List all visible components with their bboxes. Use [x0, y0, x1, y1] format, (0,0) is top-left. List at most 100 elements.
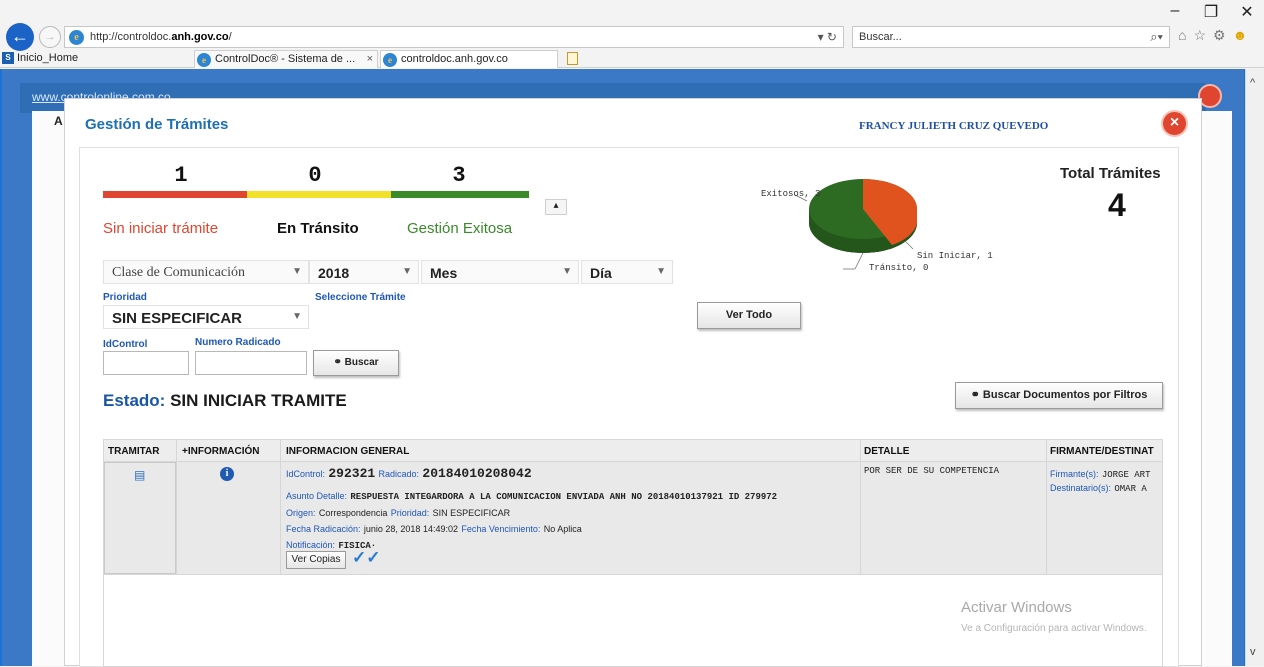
col-tramitar: TRAMITAR — [108, 446, 160, 457]
ie-tab-icon: e — [383, 53, 397, 67]
asunto-line: Asunto Detalle: RESPUESTA INTEGARDORA A … — [286, 491, 778, 502]
prioridad-select[interactable]: SIN ESPECIFICAR ▼ — [103, 305, 309, 329]
close-tab-icon[interactable]: × — [367, 51, 373, 68]
ver-copias-button[interactable]: Ver Copias — [286, 551, 346, 569]
buscar-documentos-filtros-button[interactable]: ⚭ Buscar Documentos por Filtros — [955, 382, 1163, 409]
col-informacion: +INFORMACIÓN — [182, 446, 260, 457]
back-button[interactable]: ← — [6, 23, 34, 51]
pie-label-transito: Tránsito, 0 — [869, 263, 929, 273]
chevron-down-icon: ▼ — [292, 311, 302, 322]
home-icon[interactable]: ⌂ — [1178, 27, 1186, 44]
destinatario-line: Destinatario(s): OMAR A — [1050, 483, 1147, 494]
refresh-icon[interactable]: ▾ ↻ — [818, 30, 837, 44]
bar-en-transito — [247, 191, 391, 198]
pie-label-sin-iniciar: Sin Iniciar, 1 — [917, 251, 993, 261]
tramitar-cell: ▤ — [104, 462, 176, 574]
bar-exitosa — [391, 191, 529, 198]
seleccione-tramite-label: Seleccione Trámite — [315, 292, 406, 303]
search-placeholder: Buscar... — [859, 31, 902, 43]
expand-button[interactable]: ▴ — [545, 199, 567, 215]
search-input[interactable]: Buscar... ⌕▾ — [852, 26, 1170, 48]
col-divider — [280, 440, 281, 575]
scroll-down-icon[interactable]: v — [1250, 646, 1256, 658]
count-en-transito: 0 — [308, 163, 322, 188]
label-exitosa[interactable]: Gestión Exitosa — [407, 220, 512, 237]
pie-leader-transito — [854, 252, 864, 270]
binoculars-icon: ⚭ — [333, 357, 342, 368]
col-informacion-general: INFORMACION GENERAL — [286, 446, 410, 457]
window-controls: – ❐ ✕ — [1166, 2, 1256, 22]
scroll-up-icon[interactable]: ^ — [1250, 77, 1255, 89]
numero-radicado-label: Numero Radicado — [195, 337, 281, 348]
detalle-value: POR SER DE SU COMPETENCIA — [864, 466, 1000, 476]
idcontrol-line: IdControl: 292321 Radicado: 201840102080… — [286, 466, 532, 481]
total-label: Total Trámites — [1060, 165, 1161, 182]
favorites-star-icon[interactable]: ☆ — [1193, 27, 1206, 44]
firmante-line: Firmante(s): JORGE ART — [1050, 469, 1151, 480]
background-letter: A — [54, 114, 63, 128]
new-tab-icon — [567, 52, 578, 65]
double-check-icon: ✓✓ — [352, 548, 381, 567]
fechas-line: Fecha Radicación: junio 28, 2018 14:49:0… — [286, 524, 582, 534]
mes-select[interactable]: Mes ▼ — [421, 260, 579, 284]
feedback-smiley-icon[interactable]: ☻ — [1233, 27, 1248, 44]
status-pie-chart: Exitosos, 3 Sin Iniciar, 1 Tránsito, 0 — [755, 179, 1025, 289]
pie-label-exitosos: Exitosos, 3 — [761, 189, 821, 199]
page-scrollbar[interactable]: ^ v — [1245, 69, 1264, 666]
dia-select[interactable]: Día ▼ — [581, 260, 673, 284]
new-tab-button[interactable] — [563, 50, 583, 68]
count-sin-iniciar: 1 — [174, 163, 188, 188]
favorite-inicio-home[interactable]: S Inicio_Home — [0, 50, 180, 68]
gear-icon[interactable]: ⚙ — [1213, 27, 1226, 44]
label-en-transito[interactable]: En Tránsito — [277, 220, 359, 237]
forward-button[interactable]: → — [39, 26, 61, 48]
table-header-row: TRAMITAR +INFORMACIÓN INFORMACION GENERA… — [104, 440, 1162, 462]
ie-page-icon: e — [69, 30, 84, 45]
col-firmante: FIRMANTE/DESTINAT — [1050, 446, 1154, 457]
ver-todo-button[interactable]: Ver Todo — [697, 302, 801, 329]
modal-title: Gestión de Trámites — [85, 116, 229, 133]
close-modal-button[interactable]: × — [1161, 110, 1188, 137]
year-select[interactable]: 2018 ▼ — [309, 260, 419, 284]
tramitar-form-icon[interactable]: ▤ — [134, 468, 145, 482]
chevron-down-icon: ▼ — [402, 266, 412, 277]
table-row: ▤ i IdControl: 292321 Radicado: 20184010… — [104, 462, 1162, 575]
asunto-value: RESPUESTA INTEGARDORA A LA COMUNICACION … — [350, 492, 778, 502]
tab-row: S Inicio_Home e ControlDoc® - Sistema de… — [0, 50, 1264, 68]
ie-tab-icon: e — [197, 53, 211, 67]
count-exitosa: 3 — [452, 163, 466, 188]
col-divider — [860, 440, 861, 575]
favorite-site-icon: S — [2, 52, 14, 64]
tab-controldoc-anh[interactable]: e controldoc.anh.gov.co — [380, 50, 558, 68]
estado-value: SIN INICIAR TRAMITE — [170, 391, 347, 410]
binoculars-icon: ⚭ — [970, 389, 980, 401]
label-sin-iniciar[interactable]: Sin iniciar trámite — [103, 220, 218, 237]
numero-radicado-input[interactable] — [195, 351, 307, 375]
toolbar-icons: ⌂ ☆ ⚙ ☻ — [1178, 27, 1247, 44]
idcontrol-input[interactable] — [103, 351, 189, 375]
col-divider — [1046, 440, 1047, 575]
pie-leader-sin-iniciar — [904, 240, 914, 250]
minimize-icon[interactable]: – — [1166, 2, 1184, 22]
buscar-button[interactable]: ⚭ Buscar — [313, 350, 399, 376]
radicado-value: 20184010208042 — [422, 466, 532, 481]
tab-controldoc[interactable]: e ControlDoc® - Sistema de ... × — [194, 50, 378, 68]
clase-comunicacion-select[interactable]: Clase de Comunicación ▼ — [103, 260, 309, 284]
info-icon[interactable]: i — [220, 467, 234, 481]
origen-line: Origen: Correspondencia Prioridad: SIN E… — [286, 508, 511, 518]
total-value: 4 — [1108, 187, 1126, 223]
bar-sin-iniciar — [103, 191, 247, 198]
user-name: FRANCY JULIETH CRUZ QUEVEDO — [859, 120, 1049, 132]
chevron-down-icon: ▼ — [292, 266, 302, 277]
address-bar[interactable]: e http://controldoc.anh.gov.co/ ▾ ↻ — [64, 26, 844, 48]
activate-windows-subtitle: Ve a Configuración para activar Windows. — [961, 623, 1147, 634]
close-window-icon[interactable]: ✕ — [1238, 2, 1256, 22]
estado-heading: Estado: SIN INICIAR TRAMITE — [103, 391, 347, 410]
browser-chrome: – ❐ ✕ ← → e http://controldoc.anh.gov.co… — [0, 0, 1264, 68]
chevron-down-icon: ▼ — [656, 266, 666, 277]
search-icon[interactable]: ⌕▾ — [1150, 29, 1163, 45]
url-text: http://controldoc.anh.gov.co/ — [90, 31, 232, 43]
activate-windows-title: Activar Windows — [961, 599, 1072, 616]
gestion-tramites-modal: Gestión de Trámites FRANCY JULIETH CRUZ … — [64, 98, 1202, 667]
restore-icon[interactable]: ❐ — [1202, 2, 1220, 22]
